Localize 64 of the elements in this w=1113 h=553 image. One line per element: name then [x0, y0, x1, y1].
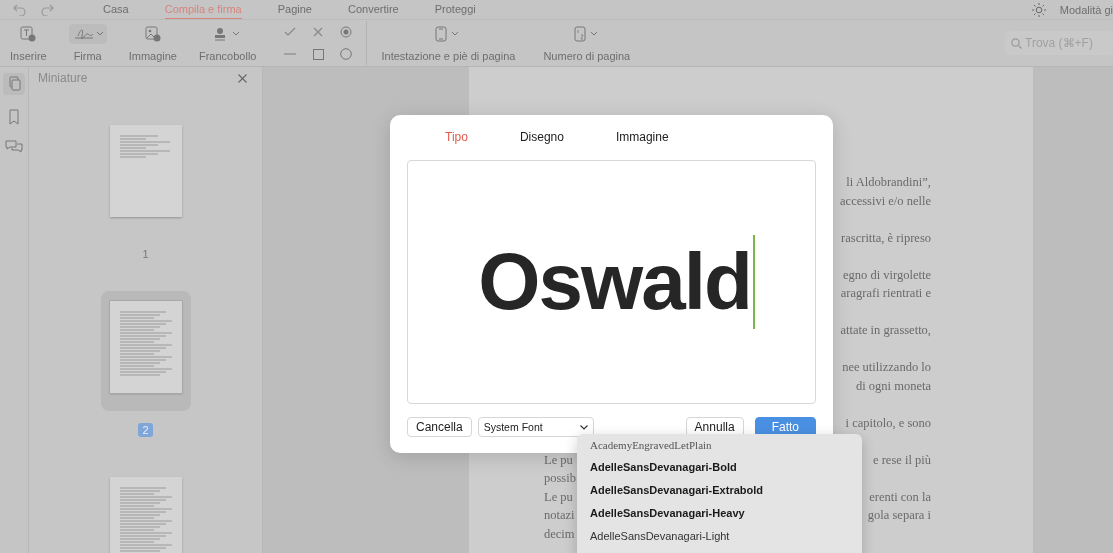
image-icon — [144, 26, 161, 42]
menu-tab[interactable]: Proteggi — [434, 0, 476, 19]
tool-button[interactable]: Francobollo — [193, 24, 263, 62]
text-fragment: i capitolo, e sono — [845, 415, 931, 432]
square-icon[interactable] — [312, 48, 324, 60]
signature-text: Oswald — [478, 236, 751, 328]
page-number: 1 — [141, 247, 150, 261]
text-fragment: attate in grassetto, — [840, 323, 931, 339]
text-fragment: gola separa i — [867, 508, 931, 524]
mode-label[interactable]: Modalità gi — [1059, 3, 1113, 16]
dialog-tab[interactable]: Immagine — [615, 127, 669, 147]
menu-tab[interactable]: Casa — [103, 0, 129, 19]
font-option[interactable]: AdelleSansDevanagari-Extrabold — [590, 479, 862, 502]
signature-icon — [72, 27, 103, 41]
circle-icon[interactable] — [340, 48, 353, 60]
font-option[interactable]: AdelleSansDevanagari-Light — [590, 525, 862, 548]
dialog-tab[interactable]: Disegno — [519, 127, 564, 147]
text-fragment: egno di virgolette — [843, 267, 931, 284]
tool-button[interactable]: Intestazione e piè di pagina — [371, 24, 526, 62]
text-fragment: nee utilizzando lo — [842, 360, 931, 376]
redo-icon[interactable] — [40, 3, 54, 16]
comments-icon[interactable] — [5, 139, 23, 153]
signature-canvas[interactable]: Oswald — [407, 160, 816, 404]
sidebar-title: Miniature — [38, 71, 88, 85]
pages-icon[interactable] — [3, 73, 25, 95]
page-number-icon — [573, 26, 600, 42]
font-option[interactable]: AdelleSansDevanagari-Bold — [590, 456, 862, 479]
page-number: 2 — [138, 423, 153, 437]
tool-button[interactable]: Inserire — [4, 24, 53, 62]
text-fragment: decim — [544, 526, 575, 543]
text-fragment: li Aldobrandini”, — [846, 175, 931, 191]
check-icon[interactable] — [284, 27, 297, 37]
text-fragment: notazi — [544, 508, 575, 524]
text-box-icon — [20, 26, 37, 42]
tool-button[interactable]: Numero di pagina — [533, 24, 641, 62]
page-thumbnail[interactable] — [100, 291, 191, 411]
font-option[interactable]: AcademyEngravedLetPlain — [590, 435, 862, 455]
text-fragment: erenti con la — [869, 489, 931, 506]
text-fragment: aragrafi rientrati e — [840, 286, 931, 302]
line-icon[interactable] — [284, 53, 297, 55]
cancel-button[interactable]: Annulla — [685, 417, 744, 437]
radio-icon[interactable] — [340, 26, 353, 38]
clear-button[interactable]: Cancella — [407, 417, 472, 437]
text-fragment: Le pu — [544, 452, 573, 469]
font-option[interactable]: AdelleSansDevanagari-Heavy — [590, 502, 862, 525]
text-fragment: possib — [544, 471, 576, 487]
text-fragment: e rese il più — [873, 452, 931, 469]
undo-icon[interactable] — [13, 3, 27, 16]
sun-icon[interactable] — [1031, 2, 1046, 17]
tool-button[interactable]: Firma — [62, 24, 113, 62]
dialog-tab[interactable]: Tipo — [445, 127, 468, 147]
close-icon[interactable] — [238, 73, 247, 83]
text-fragment: rascritta, è ripreso — [841, 230, 931, 247]
menu-tab[interactable]: Pagine — [277, 0, 312, 19]
search-icon — [1011, 38, 1022, 49]
text-fragment: Le pu — [544, 489, 573, 506]
chevron-icon — [579, 424, 588, 430]
menu-tab[interactable]: Convertire — [348, 0, 399, 19]
bookmark-icon[interactable] — [8, 109, 20, 125]
done-button[interactable]: Fatto — [754, 417, 816, 437]
tool-button[interactable]: Immagine — [122, 24, 183, 62]
text-fragment: di ogni moneta — [856, 378, 931, 395]
text-fragment: accessivi e/o nelle — [840, 193, 931, 210]
cross-icon[interactable] — [313, 27, 324, 37]
